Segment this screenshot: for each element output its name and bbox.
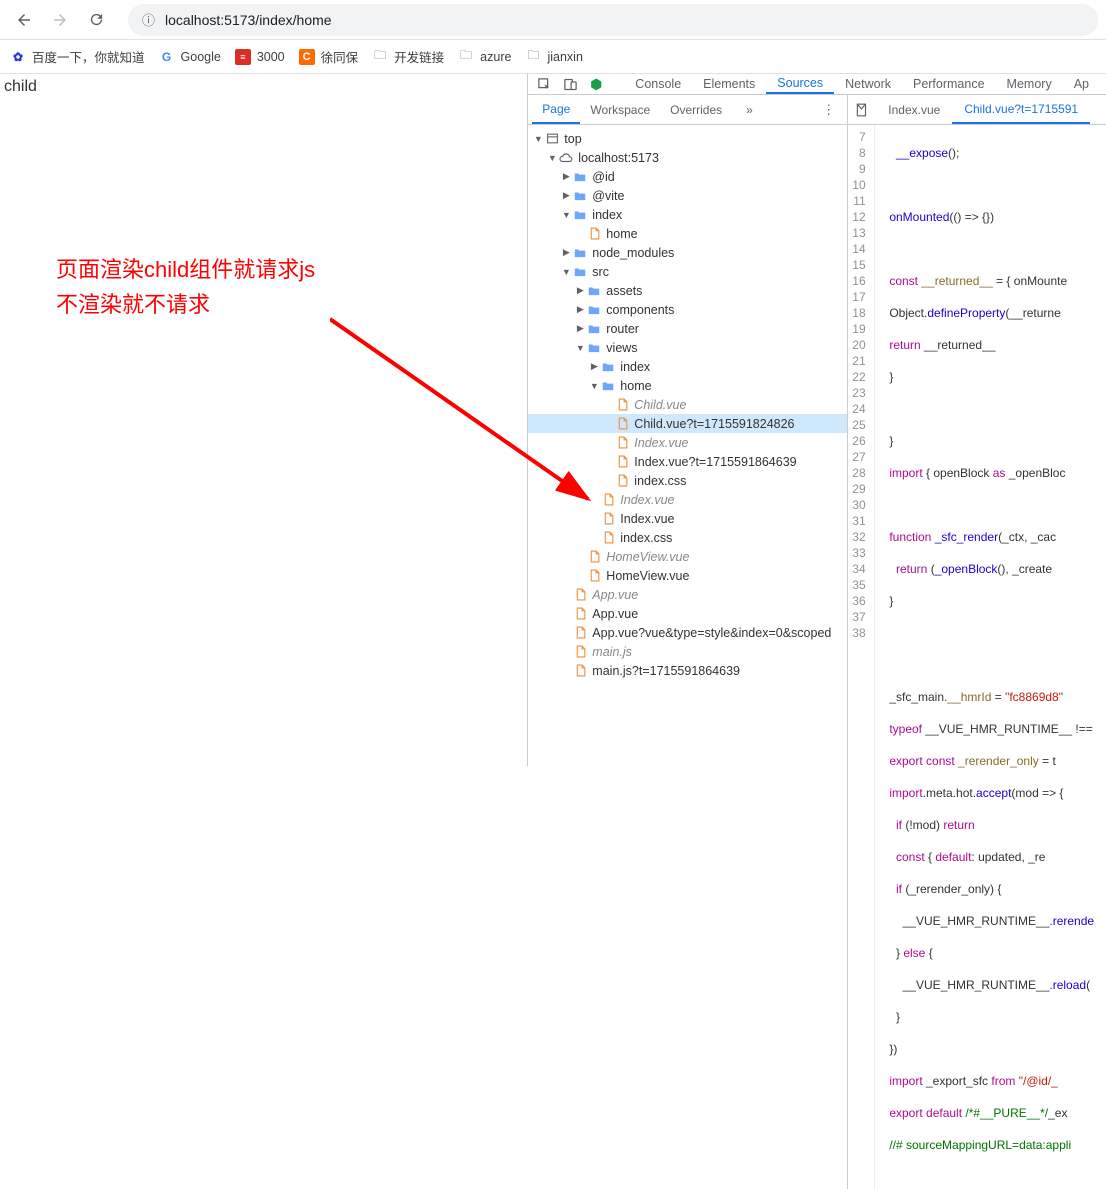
file-tab-index[interactable]: Index.vue bbox=[876, 95, 952, 124]
tab-memory[interactable]: Memory bbox=[996, 74, 1063, 94]
tree-item[interactable]: Index.vue?t=1715591864639 bbox=[528, 452, 847, 471]
tree-item[interactable]: src bbox=[528, 262, 847, 281]
tab-performance[interactable]: Performance bbox=[902, 74, 996, 94]
tree-item[interactable]: node_modules bbox=[528, 243, 847, 262]
code-editor[interactable]: 7891011121314151617181920212223242526272… bbox=[848, 125, 1106, 1189]
tree-item[interactable]: Index.vue bbox=[528, 509, 847, 528]
file-tab-child[interactable]: Child.vue?t=1715591 bbox=[952, 95, 1090, 124]
tree-item[interactable]: index bbox=[528, 205, 847, 224]
tree-item[interactable]: HomeView.vue bbox=[528, 547, 847, 566]
bookmark-jianxin[interactable]: 🗀jianxin bbox=[525, 49, 582, 65]
bookmark-baidu[interactable]: ✿百度一下，你就知道 bbox=[10, 47, 145, 66]
page-text: child bbox=[4, 78, 523, 96]
tree-item[interactable]: @id bbox=[528, 167, 847, 186]
source-code: __expose(); onMounted(() => {}) const __… bbox=[875, 125, 1094, 1189]
subtab-page[interactable]: Page bbox=[532, 95, 580, 124]
tree-item[interactable]: top bbox=[528, 129, 847, 148]
google-icon: G bbox=[159, 49, 175, 65]
bookmark-azure[interactable]: 🗀azure bbox=[458, 49, 511, 65]
subtab-workspace[interactable]: Workspace bbox=[580, 95, 660, 124]
tree-item[interactable]: HomeView.vue bbox=[528, 566, 847, 585]
tree-item[interactable]: home bbox=[528, 224, 847, 243]
tab-sources[interactable]: Sources bbox=[766, 74, 834, 94]
tree-item[interactable]: App.vue?vue&type=style&index=0&scoped bbox=[528, 623, 847, 642]
tree-item[interactable]: App.vue bbox=[528, 585, 847, 604]
subtab-menu-icon[interactable]: ⋮ bbox=[814, 102, 843, 118]
forward-button[interactable] bbox=[44, 4, 76, 36]
tree-item[interactable]: index.css bbox=[528, 471, 847, 490]
file-nav-icon[interactable] bbox=[848, 103, 876, 117]
folder-icon: 🗀 bbox=[525, 49, 541, 65]
bookmark-dev[interactable]: 🗀开发链接 bbox=[372, 47, 444, 66]
inspect-icon[interactable] bbox=[534, 74, 554, 94]
device-icon[interactable] bbox=[560, 74, 580, 94]
tree-item[interactable]: home bbox=[528, 376, 847, 395]
tree-item[interactable]: assets bbox=[528, 281, 847, 300]
address-bar[interactable]: ⓘ localhost:5173/index/home bbox=[128, 4, 1098, 36]
tree-item[interactable]: localhost:5173 bbox=[528, 148, 847, 167]
tree-item[interactable]: index bbox=[528, 357, 847, 376]
gutter: 7891011121314151617181920212223242526272… bbox=[848, 125, 874, 1189]
annotation-text: 页面渲染child组件就请求js 不渲染就不请求 bbox=[56, 252, 315, 322]
tree-item[interactable]: main.js?t=1715591864639 bbox=[528, 661, 847, 680]
tree-item[interactable]: views bbox=[528, 338, 847, 357]
tree-item[interactable]: router bbox=[528, 319, 847, 338]
subtab-more-icon[interactable]: » bbox=[736, 95, 763, 124]
subtab-overrides[interactable]: Overrides bbox=[660, 95, 732, 124]
sources-tree: toplocalhost:5173@id@viteindexhomenode_m… bbox=[528, 125, 847, 1189]
back-button[interactable] bbox=[8, 4, 40, 36]
tree-item[interactable]: Index.vue bbox=[528, 490, 847, 509]
bookmark-3000[interactable]: ≡3000 bbox=[235, 49, 285, 65]
folder-icon: 🗀 bbox=[372, 49, 388, 65]
bookmark-xu[interactable]: C徐同保 bbox=[299, 47, 359, 66]
tab-network[interactable]: Network bbox=[834, 74, 902, 94]
tree-item[interactable]: Child.vue bbox=[528, 395, 847, 414]
tab-console[interactable]: Console bbox=[624, 74, 692, 94]
reload-button[interactable] bbox=[80, 4, 112, 36]
vue-devtools-icon[interactable]: ⬢ bbox=[586, 74, 606, 94]
tree-item[interactable]: Child.vue?t=1715591824826 bbox=[528, 414, 847, 433]
url-text: localhost:5173/index/home bbox=[165, 12, 332, 28]
bookmarks-bar: ✿百度一下，你就知道 GGoogle ≡3000 C徐同保 🗀开发链接 🗀azu… bbox=[0, 40, 1106, 74]
tree-item[interactable]: index.css bbox=[528, 528, 847, 547]
tree-item[interactable]: main.js bbox=[528, 642, 847, 661]
tree-item[interactable]: App.vue bbox=[528, 604, 847, 623]
page-viewport: child 页面渲染child组件就请求js 不渲染就不请求 bbox=[0, 74, 527, 766]
red-icon: ≡ bbox=[235, 49, 251, 65]
c-icon: C bbox=[299, 49, 315, 65]
folder-icon: 🗀 bbox=[458, 49, 474, 65]
devtools-panel: ⬢ Console Elements Sources Network Perfo… bbox=[527, 74, 1106, 766]
tree-item[interactable]: components bbox=[528, 300, 847, 319]
tab-more[interactable]: Ap bbox=[1063, 74, 1100, 94]
tree-item[interactable]: Index.vue bbox=[528, 433, 847, 452]
baidu-icon: ✿ bbox=[10, 49, 26, 65]
tree-item[interactable]: @vite bbox=[528, 186, 847, 205]
bookmark-google[interactable]: GGoogle bbox=[159, 49, 221, 65]
tab-elements[interactable]: Elements bbox=[692, 74, 766, 94]
info-icon: ⓘ bbox=[142, 10, 155, 29]
